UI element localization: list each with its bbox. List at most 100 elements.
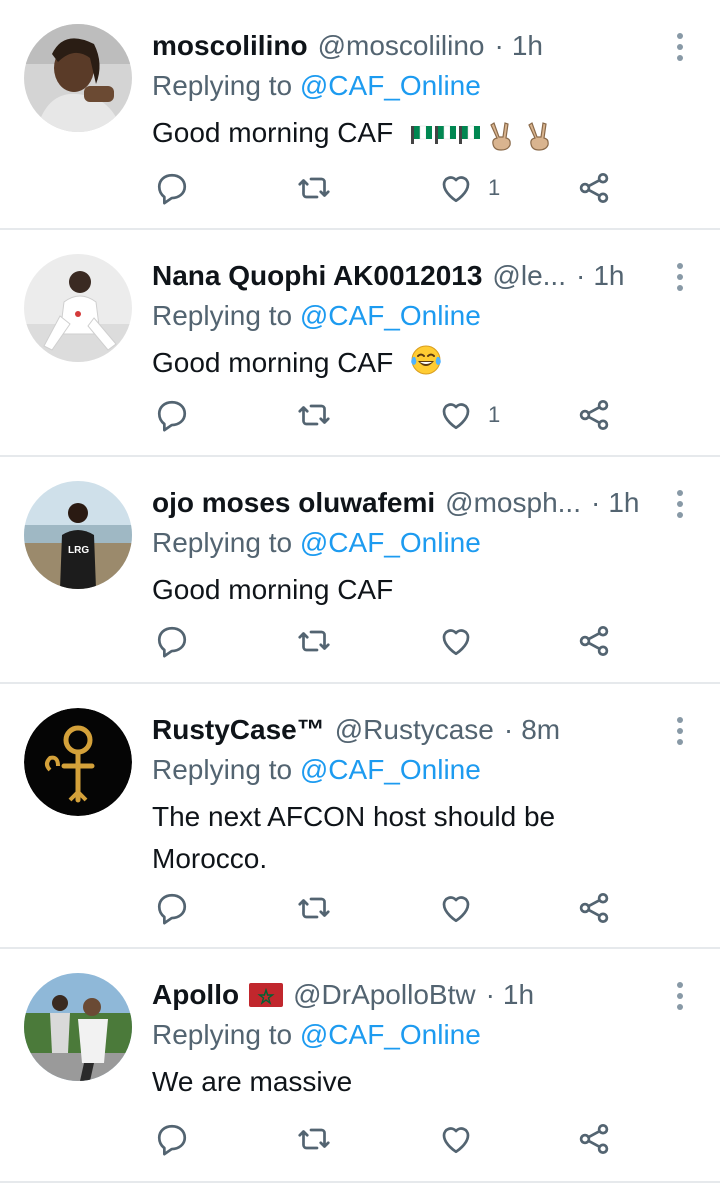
separator-dot: · xyxy=(503,714,514,745)
separator-dot: · xyxy=(494,30,504,61)
user-handle[interactable]: @moscolilino xyxy=(318,30,485,62)
display-name[interactable]: Apollo xyxy=(152,979,239,1011)
share-icon xyxy=(579,400,609,430)
like-icon xyxy=(442,896,470,923)
reply-icon xyxy=(157,626,187,658)
mention-link[interactable]: @CAF_Online xyxy=(300,300,481,331)
retweet-icon xyxy=(298,404,330,426)
retweet-button[interactable] xyxy=(296,1119,332,1159)
replies-feed: moscolilino @moscolilino · 1h Replying t… xyxy=(0,0,720,1187)
user-handle[interactable]: @le... xyxy=(492,260,566,292)
more-vertical-icon[interactable] xyxy=(670,714,690,748)
separator-dot: · xyxy=(590,487,601,518)
like-icon xyxy=(442,403,470,430)
retweet-button[interactable] xyxy=(296,395,332,435)
like-icon xyxy=(442,176,470,203)
retweet-icon xyxy=(298,897,330,919)
mention-link[interactable]: @CAF_Online xyxy=(300,70,481,101)
tweet[interactable]: Apollo @DrApolloBtw · 1h Replying to @CA… xyxy=(0,949,720,1183)
timestamp[interactable]: 8m xyxy=(521,714,560,746)
more-vertical-icon[interactable] xyxy=(670,30,690,64)
tweet-actions xyxy=(152,621,632,661)
share-button[interactable] xyxy=(576,1119,612,1159)
share-button[interactable] xyxy=(576,168,612,208)
reply-icon xyxy=(157,893,187,925)
timestamp[interactable]: 1h xyxy=(593,260,624,292)
tweet-actions: 1 xyxy=(152,168,632,208)
flag-nigeria-icon xyxy=(411,125,432,144)
share-icon xyxy=(579,893,609,923)
share-icon xyxy=(579,173,609,203)
svg-text:LRG: LRG xyxy=(68,545,89,556)
share-button[interactable] xyxy=(576,888,612,928)
reply-icon xyxy=(157,173,187,205)
user-handle[interactable]: @DrApolloBtw xyxy=(293,979,475,1011)
like-button[interactable] xyxy=(438,888,474,928)
like-button[interactable]: 1 xyxy=(438,168,500,208)
mention-link[interactable]: @CAF_Online xyxy=(300,1019,481,1050)
tweet-text: Good morning CAF xyxy=(152,342,660,384)
like-button[interactable] xyxy=(438,1119,474,1159)
tweet-text-content: Good morning CAF xyxy=(152,574,394,605)
mention-link[interactable]: @CAF_Online xyxy=(300,527,481,558)
tweet[interactable]: LRG ojo moses oluwafemi @mosph... · 1h R… xyxy=(0,457,720,684)
avatar[interactable] xyxy=(24,708,132,816)
timestamp[interactable]: 1h xyxy=(503,979,534,1011)
tweet[interactable]: moscolilino @moscolilino · 1h Replying t… xyxy=(0,0,720,230)
tweet-actions xyxy=(152,888,632,928)
share-button[interactable] xyxy=(576,621,612,661)
avatar[interactable]: LRG xyxy=(24,481,132,589)
emoji-group xyxy=(409,343,443,377)
share-button[interactable] xyxy=(576,395,612,435)
mention-link[interactable]: @CAF_Online xyxy=(300,754,481,785)
tweet-text-content: Good morning CAF xyxy=(152,347,394,378)
display-name[interactable]: RustyCase™ xyxy=(152,714,325,746)
replying-to: Replying to @CAF_Online xyxy=(152,1019,481,1051)
display-name[interactable]: ojo moses oluwafemi xyxy=(152,487,435,519)
tweet-header: Apollo @DrApolloBtw · 1h xyxy=(152,975,660,1015)
retweet-button[interactable] xyxy=(296,888,332,928)
replying-to-label: Replying to xyxy=(152,754,300,785)
more-vertical-icon[interactable] xyxy=(670,487,690,521)
avatar[interactable] xyxy=(24,973,132,1081)
display-name[interactable]: Nana Quophi AK0012013 xyxy=(152,260,482,292)
timestamp[interactable]: 1h xyxy=(608,487,639,519)
tweet-text: The next AFCON host should be Morocco. xyxy=(152,796,612,880)
tweet-actions xyxy=(152,1119,632,1159)
reply-button[interactable] xyxy=(154,888,190,928)
tweet[interactable]: Nana Quophi AK0012013 @le... · 1h Replyi… xyxy=(0,230,720,457)
like-count: 1 xyxy=(488,175,501,200)
display-name[interactable]: moscolilino xyxy=(152,30,308,62)
retweet-icon xyxy=(298,630,330,652)
tweet-text-content: Good morning CAF xyxy=(152,117,394,148)
user-handle[interactable]: @mosph... xyxy=(445,487,581,519)
flag-nigeria-icon xyxy=(459,125,480,144)
replying-to: Replying to @CAF_Online xyxy=(152,300,481,332)
flag-morocco-icon xyxy=(249,983,284,1007)
retweet-button[interactable] xyxy=(296,168,332,208)
avatar[interactable] xyxy=(24,254,132,362)
like-button[interactable]: 1 xyxy=(438,395,500,435)
reply-icon xyxy=(157,400,187,432)
tweet-text: Good morning CAF xyxy=(152,112,660,154)
avatar[interactable] xyxy=(24,24,132,132)
user-handle[interactable]: @Rustycase xyxy=(335,714,494,746)
like-count: 1 xyxy=(488,402,501,427)
timestamp[interactable]: 1h xyxy=(512,30,543,62)
retweet-button[interactable] xyxy=(296,621,332,661)
reply-button[interactable] xyxy=(154,621,190,661)
more-vertical-icon[interactable] xyxy=(670,979,690,1013)
reply-button[interactable] xyxy=(154,168,190,208)
more-vertical-icon[interactable] xyxy=(670,260,690,294)
replying-to-label: Replying to xyxy=(152,70,300,101)
tweet-text-content: The next AFCON host should be Morocco. xyxy=(152,801,556,874)
tweet[interactable]: RustyCase™ @Rustycase · 8m Replying to @… xyxy=(0,684,720,949)
reply-button[interactable] xyxy=(154,1119,190,1159)
tweet-text-content: We are massive xyxy=(152,1066,353,1097)
replying-to-label: Replying to xyxy=(152,300,300,331)
reply-button[interactable] xyxy=(154,395,190,435)
retweet-icon xyxy=(298,1128,330,1150)
like-button[interactable] xyxy=(438,621,474,661)
tweet-header: moscolilino @moscolilino · 1h xyxy=(152,26,660,66)
tweet-text: Good morning CAF xyxy=(152,569,660,611)
